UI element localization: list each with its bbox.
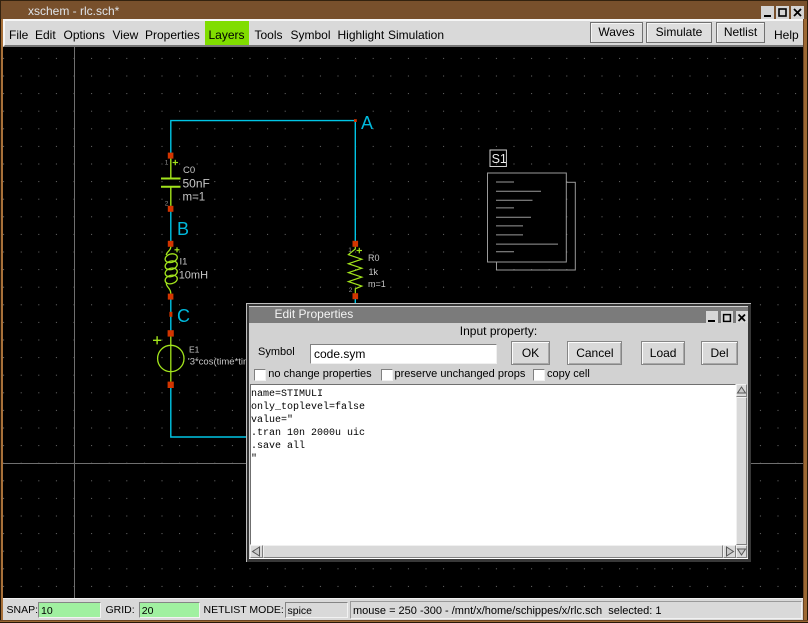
svg-text:1k: 1k [369, 267, 379, 277]
svg-text:B: B [177, 219, 189, 239]
svg-text:C: C [177, 306, 190, 326]
svg-text:I1: I1 [180, 257, 188, 268]
svg-text:E1: E1 [189, 345, 200, 355]
svg-text:S1: S1 [492, 152, 507, 166]
svg-text:m=1: m=1 [368, 279, 386, 289]
svg-text:2: 2 [165, 201, 169, 208]
svg-text:A: A [361, 113, 373, 133]
svg-text:1: 1 [348, 247, 352, 254]
svg-text:m=1: m=1 [183, 192, 206, 204]
svg-text:10mH: 10mH [179, 270, 208, 282]
svg-text:50nF: 50nF [183, 177, 210, 191]
svg-text:C0: C0 [183, 165, 195, 176]
svg-text:2: 2 [349, 287, 353, 294]
svg-text:R0: R0 [368, 253, 380, 263]
svg-text:1: 1 [165, 160, 169, 167]
